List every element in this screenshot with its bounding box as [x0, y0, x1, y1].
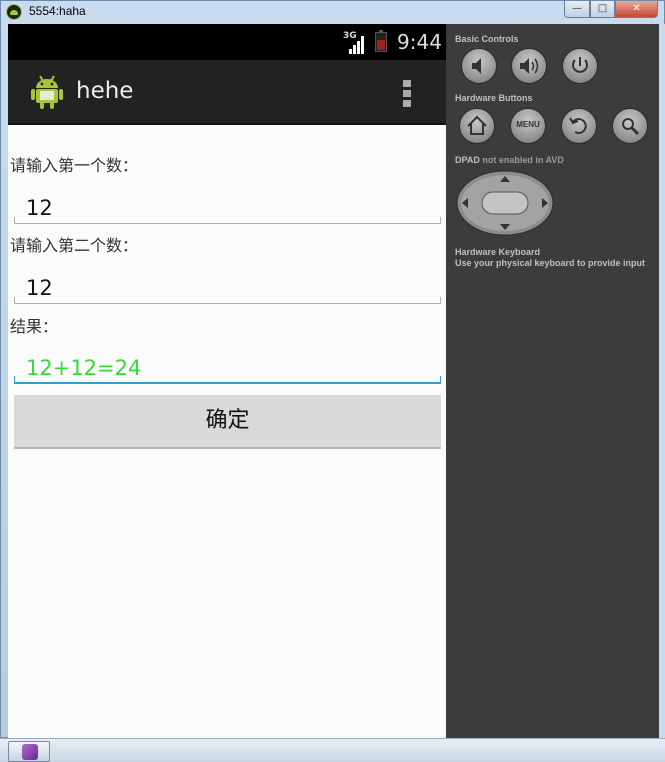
- back-button[interactable]: [561, 108, 597, 144]
- first-number-input[interactable]: 12: [14, 190, 441, 224]
- power-button[interactable]: [562, 48, 598, 84]
- second-number-input[interactable]: 12: [14, 270, 441, 304]
- search-icon: [622, 118, 640, 136]
- emulator-control-panel: Basic Controls Hardware Buttons MENU DPA…: [446, 24, 659, 739]
- result-label: 结果：: [10, 317, 59, 336]
- confirm-button[interactable]: 确定: [14, 395, 441, 449]
- close-button[interactable]: ✕: [615, 1, 658, 18]
- result-input[interactable]: 12+12=24: [14, 350, 441, 384]
- app-title: hehe: [76, 78, 134, 104]
- hardware-keyboard-title: Hardware Keyboard: [455, 247, 541, 257]
- power-icon: [572, 57, 588, 73]
- volume-up-button[interactable]: [511, 48, 547, 84]
- basic-controls-label: Basic Controls: [455, 34, 519, 44]
- hardware-keyboard-note: Use your physical keyboard to provide in…: [455, 258, 646, 268]
- result-value: 12+12=24: [26, 356, 142, 380]
- menu-button[interactable]: MENU: [510, 108, 546, 144]
- emulator-client: 3G 9:44 hehe 请输入第一个数： 12 请输入第二个数： 12 结果：…: [8, 24, 659, 739]
- dpad-note: not enabled in AVD: [482, 155, 564, 165]
- window-title: 5554:haha: [29, 4, 86, 18]
- window-right-border: [659, 24, 665, 739]
- second-number-value: 12: [26, 276, 53, 300]
- emulator-window: 5554:haha — □ ✕ 3G 9:44 hehe 请输入第一个数： 12…: [0, 0, 665, 739]
- volume-down-icon: [472, 58, 481, 74]
- taskbar: [0, 738, 665, 762]
- hardware-buttons-label: Hardware Buttons: [455, 93, 533, 103]
- dpad-label: DPAD not enabled in AVD: [455, 155, 564, 165]
- taskbar-app-button[interactable]: [8, 741, 50, 762]
- status-clock: 9:44: [397, 30, 442, 54]
- volume-up-icon: [520, 58, 539, 74]
- second-number-label: 请输入第二个数：: [10, 236, 139, 255]
- first-number-label: 请输入第一个数：: [10, 156, 139, 175]
- window-controls: — □ ✕: [564, 1, 658, 18]
- volume-down-button[interactable]: [461, 48, 497, 84]
- signal-icon: [345, 36, 365, 54]
- action-bar: hehe: [8, 60, 446, 125]
- overflow-menu-icon[interactable]: [402, 80, 412, 108]
- taskbar-app-icon: [22, 744, 38, 760]
- android-emulator-icon: [6, 4, 22, 20]
- back-arrow-icon: [569, 117, 587, 135]
- first-number-value: 12: [26, 196, 53, 220]
- home-icon: [467, 115, 487, 135]
- android-robot-icon: [31, 75, 63, 109]
- search-button[interactable]: [612, 108, 648, 144]
- battery-icon: [375, 30, 387, 52]
- menu-button-label: MENU: [516, 120, 540, 129]
- maximize-button[interactable]: □: [590, 1, 615, 18]
- home-button[interactable]: [459, 108, 495, 144]
- window-titlebar[interactable]: 5554:haha — □ ✕: [1, 1, 664, 23]
- status-bar: 3G 9:44: [8, 24, 446, 60]
- phone-screen: 3G 9:44 hehe 请输入第一个数： 12 请输入第二个数： 12 结果：…: [8, 24, 446, 739]
- dpad-control[interactable]: [456, 170, 554, 236]
- dpad-title: DPAD: [455, 155, 480, 165]
- minimize-button[interactable]: —: [564, 1, 590, 18]
